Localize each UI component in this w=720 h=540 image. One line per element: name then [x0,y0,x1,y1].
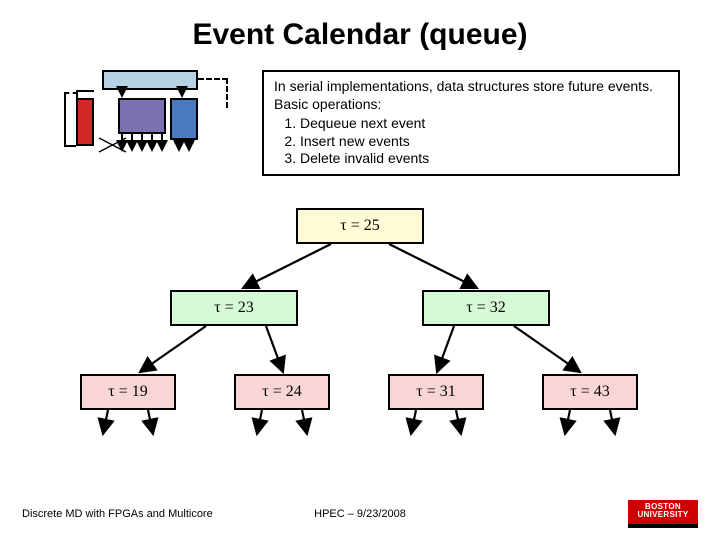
tree-diagram: τ = 25 τ = 23 τ = 32 τ = 19 τ = 24 τ = 3… [0,194,720,454]
slide-title: Event Calendar (queue) [0,0,720,52]
logo-bot: UNIVERSITY [628,511,698,519]
op-item: Delete invalid events [300,150,668,168]
tree-leaf-rl: τ = 31 [388,374,484,410]
tree-leaf-ll: τ = 19 [80,374,176,410]
bu-logo: BOSTON UNIVERSITY [628,500,698,528]
op-item: Insert new events [300,133,668,151]
footer-center: HPEC – 9/23/2008 [314,508,406,520]
tree-root: τ = 25 [296,208,424,244]
tree-leaf-lr: τ = 24 [234,374,330,410]
tree-left: τ = 23 [170,290,298,326]
queue-diagram [64,70,244,160]
description-box: In serial implementations, data structur… [262,70,680,176]
description-intro: In serial implementations, data structur… [274,78,668,113]
tree-leaf-rr: τ = 43 [542,374,638,410]
tree-right: τ = 32 [422,290,550,326]
operations-list: Dequeue next event Insert new events Del… [300,115,668,168]
op-item: Dequeue next event [300,115,668,133]
footer-left: Discrete MD with FPGAs and Multicore [22,508,213,520]
